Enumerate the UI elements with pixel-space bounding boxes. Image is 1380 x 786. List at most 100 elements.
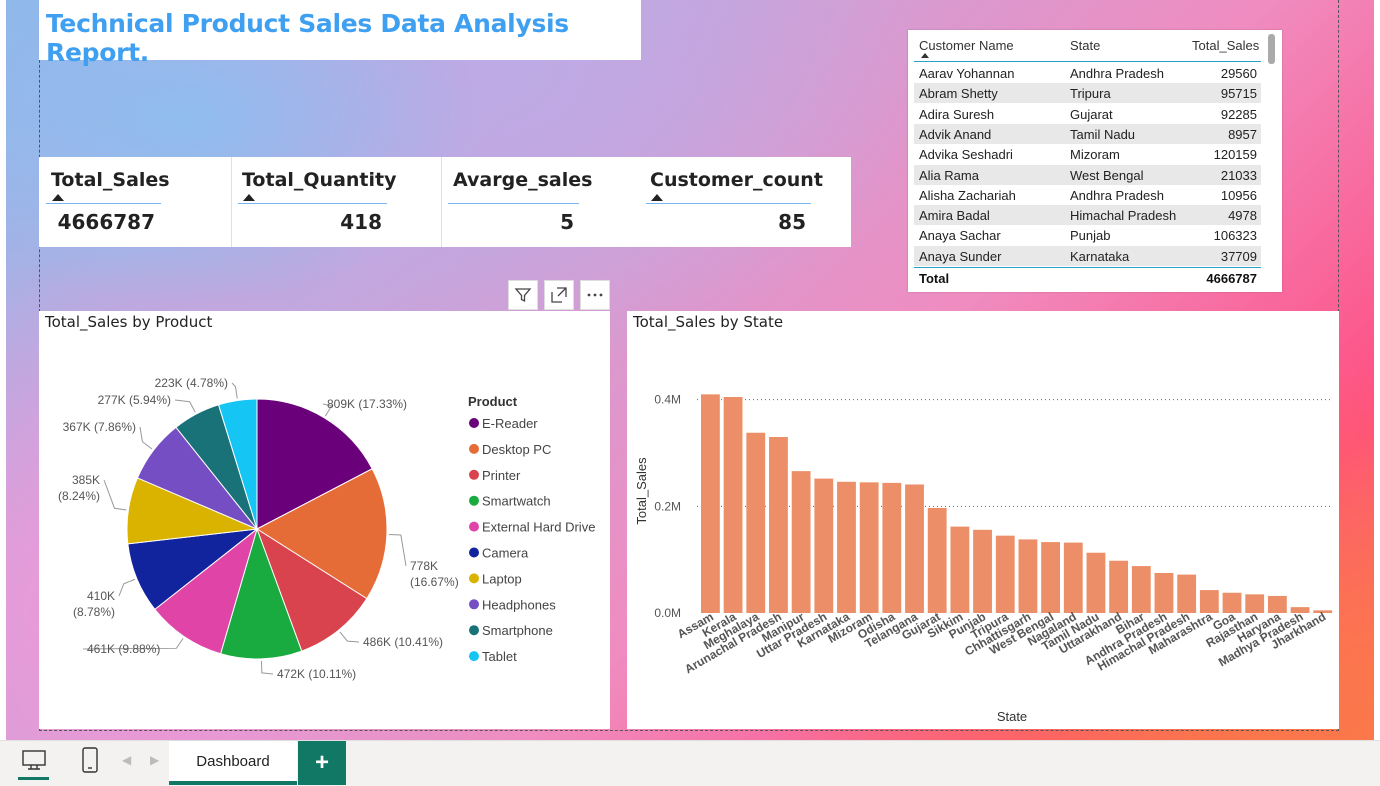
- customer-sales-table[interactable]: Customer Name State Total_Sales Aarav Yo…: [908, 30, 1282, 292]
- table-row[interactable]: Aarav Yohannan Andhra Pradesh 29560: [914, 63, 1261, 83]
- legend-item[interactable]: Desktop PC: [482, 442, 551, 457]
- kpi-card-average-sales[interactable]: Avarge_sales 5: [442, 157, 640, 247]
- legend-marker[interactable]: [469, 443, 479, 454]
- bar[interactable]: [1041, 542, 1061, 613]
- bar[interactable]: [701, 394, 720, 613]
- table-row[interactable]: Anaya Sunder Karnataka 37709: [914, 245, 1261, 266]
- data-label: (16.67%): [410, 575, 459, 589]
- bar-chart-visual[interactable]: Total_Sales by State 0.0M 0.2M 0.4M Total_S…: [627, 311, 1339, 729]
- legend-item[interactable]: Tablet: [482, 649, 517, 664]
- cell-total-sales: 4978: [1228, 208, 1257, 224]
- bar[interactable]: [746, 432, 766, 613]
- data-label: 223K (4.78%): [155, 376, 228, 390]
- focus-mode-icon[interactable]: [544, 280, 574, 310]
- bar[interactable]: [769, 437, 788, 613]
- total-label: Total: [919, 271, 950, 286]
- bar[interactable]: [1199, 590, 1219, 613]
- leader-line: [103, 479, 127, 511]
- bar[interactable]: [814, 478, 834, 613]
- legend-marker[interactable]: [469, 651, 479, 662]
- legend-item[interactable]: Camera: [482, 546, 529, 561]
- bar[interactable]: [1109, 560, 1129, 613]
- legend-item[interactable]: Laptop: [482, 571, 522, 586]
- leader-line: [260, 660, 274, 675]
- bar[interactable]: [1086, 552, 1106, 613]
- kpi-card-total-quantity[interactable]: Total_Quantity 418: [232, 157, 442, 247]
- cell-state: Andhra Pradesh: [1070, 187, 1164, 203]
- data-label: 486K (10.41%): [363, 635, 443, 649]
- bar[interactable]: [723, 397, 743, 613]
- legend-item[interactable]: E-Reader: [482, 416, 538, 431]
- kpi-underline: [646, 203, 811, 204]
- legend-marker[interactable]: [469, 495, 479, 506]
- bar[interactable]: [1018, 539, 1038, 613]
- bar[interactable]: [1222, 592, 1242, 613]
- bar[interactable]: [905, 484, 924, 613]
- legend-item[interactable]: Smartwatch: [482, 494, 551, 509]
- y-tick-label: 0.2M: [654, 499, 681, 513]
- table-row[interactable]: Amira Badal Himachal Pradesh 4978: [914, 205, 1261, 226]
- cell-total-sales: 120159: [1213, 147, 1257, 163]
- tab-dashboard[interactable]: Dashboard: [169, 741, 297, 785]
- bar[interactable]: [837, 481, 856, 613]
- bar[interactable]: [1063, 542, 1083, 613]
- bar[interactable]: [1131, 566, 1151, 613]
- kpi-card-total-sales[interactable]: Total_Sales 4666787: [39, 157, 232, 247]
- sort-ascending-icon[interactable]: [921, 53, 929, 58]
- filter-icon[interactable]: [508, 280, 538, 310]
- kpi-value: 418: [340, 210, 382, 234]
- cell-total-sales: 37709: [1220, 248, 1257, 264]
- table-row[interactable]: Adira Suresh Gujarat 92285: [914, 104, 1261, 124]
- bar[interactable]: [859, 482, 879, 613]
- table-row[interactable]: Advika Seshadri Mizoram 120159: [914, 144, 1261, 164]
- legend-item[interactable]: Smartphone: [482, 623, 553, 638]
- cell-total-sales: 8957: [1228, 126, 1257, 142]
- mobile-layout-icon[interactable]: [80, 745, 100, 775]
- pie-chart-visual[interactable]: Total_Sales by Product 809K (17.33%) 778K…: [39, 311, 610, 729]
- desktop-layout-icon[interactable]: [18, 746, 50, 780]
- legend-marker[interactable]: [469, 573, 479, 584]
- data-label: (8.24%): [58, 489, 100, 503]
- bar[interactable]: [1245, 594, 1265, 613]
- table-scrollbar[interactable]: [1268, 34, 1275, 64]
- sort-ascending-icon[interactable]: [651, 194, 663, 201]
- bar[interactable]: [995, 535, 1015, 613]
- legend-marker[interactable]: [469, 418, 479, 428]
- legend-marker[interactable]: [469, 599, 479, 610]
- title-textbox[interactable]: Technical Product Sales Data Analysis Re…: [39, 0, 641, 67]
- legend-item[interactable]: External Hard Drive: [482, 520, 595, 535]
- page-tab-bar: ◀ ▶ Dashboard +: [0, 740, 1380, 786]
- legend-marker[interactable]: [469, 547, 479, 558]
- table-row[interactable]: Anaya Sachar Punjab 106323: [914, 225, 1261, 245]
- bar[interactable]: [882, 482, 902, 613]
- legend-item[interactable]: Printer: [482, 468, 521, 483]
- column-header-total-sales[interactable]: Total_Sales: [1192, 38, 1259, 53]
- bar[interactable]: [791, 471, 811, 613]
- table-row[interactable]: Abram Shetty Tripura 95715: [914, 83, 1261, 104]
- bar[interactable]: [973, 529, 992, 613]
- bar[interactable]: [1177, 574, 1197, 613]
- chevron-left-icon[interactable]: ◀: [122, 753, 131, 767]
- table-row[interactable]: Advik Anand Tamil Nadu 8957: [914, 123, 1261, 144]
- table-row[interactable]: Alia Rama West Bengal 21033: [914, 164, 1261, 185]
- legend-marker[interactable]: [469, 625, 479, 636]
- bar[interactable]: [1154, 573, 1174, 613]
- add-page-button[interactable]: +: [298, 741, 346, 785]
- table-row[interactable]: Alisha Zachariah Andhra Pradesh 10956: [914, 185, 1261, 205]
- chevron-right-icon[interactable]: ▶: [150, 753, 159, 767]
- column-header-state[interactable]: State: [1070, 38, 1100, 53]
- bar[interactable]: [950, 526, 970, 613]
- bar[interactable]: [927, 507, 947, 613]
- legend-marker[interactable]: [469, 521, 479, 532]
- sort-ascending-icon[interactable]: [243, 194, 255, 201]
- legend-marker[interactable]: [469, 469, 479, 480]
- column-header-customer-name[interactable]: Customer Name: [919, 38, 1014, 53]
- sort-ascending-icon[interactable]: [52, 194, 64, 201]
- data-label: 385K: [72, 473, 100, 487]
- bar[interactable]: [1267, 595, 1287, 613]
- kpi-card-customer-count[interactable]: Customer_count 85: [640, 157, 851, 247]
- data-label: 410K: [87, 589, 115, 603]
- more-options-icon[interactable]: [580, 280, 610, 310]
- legend-item[interactable]: Headphones: [482, 597, 556, 612]
- kpi-card-group[interactable]: Total_Sales 4666787 Total_Quantity 418 A…: [39, 157, 851, 247]
